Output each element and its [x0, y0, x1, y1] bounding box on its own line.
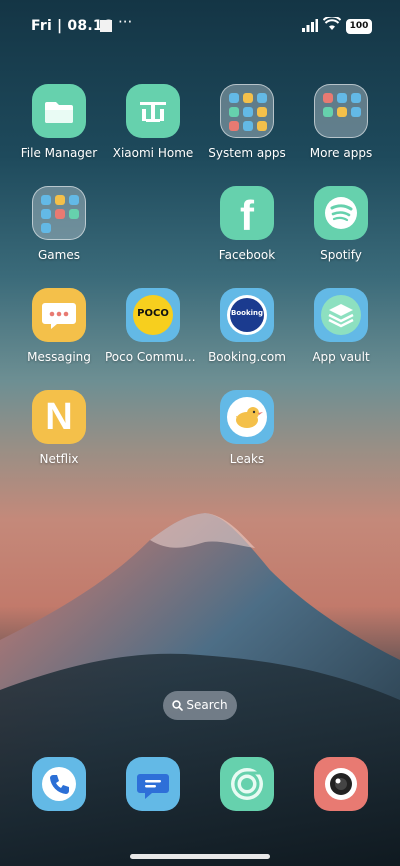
search-button[interactable]: Search [163, 691, 237, 720]
folder-system-apps[interactable]: System apps [199, 84, 295, 160]
folder-label: More apps [309, 146, 373, 160]
dock-phone[interactable] [32, 757, 86, 811]
app-app-vault[interactable]: App vault [293, 288, 389, 364]
dock-browser[interactable] [220, 757, 274, 811]
app-leaks[interactable]: Leaks [199, 390, 295, 466]
search-label: Search [186, 698, 228, 712]
facebook-glyph: f [240, 192, 254, 239]
folder-label: Games [38, 248, 80, 262]
dock-messages[interactable] [126, 757, 180, 811]
wifi-icon [323, 17, 341, 30]
leaks-icon [220, 390, 274, 444]
xiaomi-home-icon [126, 84, 180, 138]
app-poco-community[interactable]: POCO Poco Communi… [105, 288, 201, 364]
folder-icon [32, 84, 86, 138]
status-bar: Fri | 08.16 ··· 100 [0, 0, 400, 54]
screenshot-notification-icon [100, 20, 112, 32]
chrome-icon [231, 768, 263, 800]
message-icon [32, 288, 86, 342]
app-label: Netflix [39, 452, 79, 466]
folder-icon [314, 84, 368, 138]
spotify-icon [314, 186, 368, 240]
battery-indicator: 100 [346, 19, 372, 34]
app-label: File Manager [20, 146, 98, 160]
poco-icon: POCO [126, 288, 180, 342]
folder-icon [220, 84, 274, 138]
app-booking[interactable]: Booking Booking.com [199, 288, 295, 364]
home-indicator[interactable] [130, 854, 270, 859]
folder-more-apps[interactable]: More apps [293, 84, 389, 160]
folder-games[interactable]: Games [11, 186, 107, 262]
search-icon [172, 700, 184, 711]
app-xiaomi-home[interactable]: Xiaomi Home [105, 84, 201, 160]
app-label: Xiaomi Home [112, 146, 194, 160]
app-label: Spotify [320, 248, 362, 262]
app-facebook[interactable]: f Facebook [199, 186, 295, 262]
app-label: Booking.com [208, 350, 286, 364]
netflix-icon: N [32, 390, 86, 444]
booking-icon: Booking [220, 288, 274, 342]
app-file-manager[interactable]: File Manager [11, 84, 107, 160]
app-spotify[interactable]: Spotify [293, 186, 389, 262]
poco-glyph: POCO [137, 308, 169, 319]
booking-glyph: Booking [230, 309, 263, 317]
chat-icon [137, 774, 169, 799]
camera-icon [325, 768, 357, 800]
folder-label: System apps [208, 146, 286, 160]
dock-camera[interactable] [314, 757, 368, 811]
facebook-icon: f [220, 186, 274, 240]
folder-icon [32, 186, 86, 240]
app-vault-icon [314, 288, 368, 342]
phone-icon [42, 767, 76, 801]
app-netflix[interactable]: N Netflix [11, 390, 107, 466]
more-notifications-icon: ··· [118, 13, 133, 31]
netflix-glyph: N [45, 396, 73, 438]
app-label: App vault [312, 350, 370, 364]
app-label: Leaks [229, 452, 265, 466]
app-label: Facebook [218, 248, 276, 262]
signal-icon [302, 19, 318, 32]
app-label: Poco Communi… [105, 350, 201, 364]
app-messaging[interactable]: Messaging [11, 288, 107, 364]
app-label: Messaging [27, 350, 91, 364]
